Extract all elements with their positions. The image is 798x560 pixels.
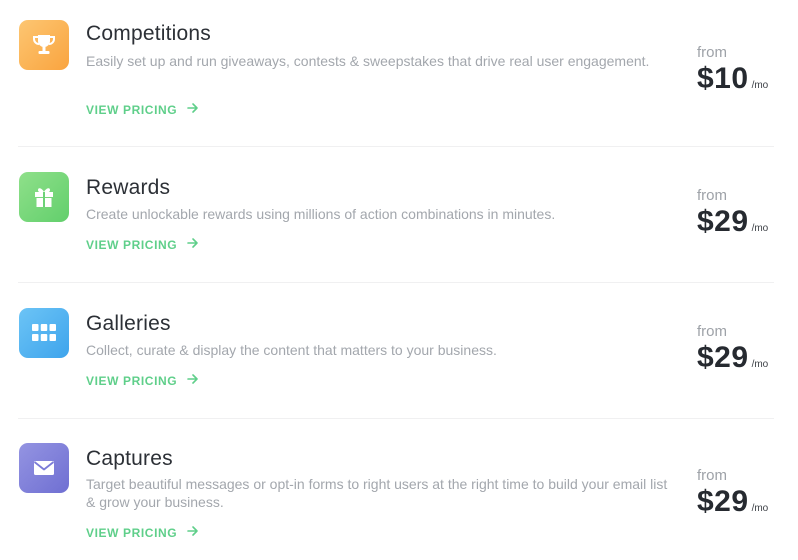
arrow-right-icon	[187, 525, 199, 540]
price-period: /mo	[751, 503, 769, 514]
product-item-rewards: Rewards Create unlockable rewards using …	[0, 147, 798, 282]
product-title: Galleries	[86, 312, 171, 335]
price: $10/mo	[697, 62, 768, 96]
view-pricing-label: VIEW PRICING	[86, 102, 178, 117]
price-from-label: from	[697, 323, 727, 340]
view-pricing-link[interactable]: VIEW PRICING	[86, 102, 199, 117]
envelope-icon	[19, 443, 69, 493]
gift-icon	[19, 172, 69, 222]
price-from-label: from	[697, 44, 727, 61]
price-amount: $29	[697, 341, 749, 374]
price-amount: $29	[697, 485, 749, 518]
product-item-galleries: Galleries Collect, curate & display the …	[0, 283, 798, 418]
view-pricing-label: VIEW PRICING	[86, 237, 178, 252]
product-description: Collect, curate & display the content th…	[86, 342, 497, 358]
product-title: Rewards	[86, 176, 171, 199]
product-description: Easily set up and run giveaways, contest…	[86, 53, 650, 69]
price-period: /mo	[751, 359, 769, 370]
trophy-icon	[19, 20, 69, 70]
product-item-competitions: Competitions Easily set up and run givea…	[0, 0, 798, 146]
price: $29/mo	[697, 485, 768, 519]
grid-icon	[19, 308, 69, 358]
product-title: Captures	[86, 447, 173, 470]
view-pricing-label: VIEW PRICING	[86, 373, 178, 388]
arrow-right-icon	[187, 102, 199, 117]
view-pricing-link[interactable]: VIEW PRICING	[86, 525, 199, 540]
price-amount: $10	[697, 62, 749, 95]
arrow-right-icon	[187, 373, 199, 388]
view-pricing-link[interactable]: VIEW PRICING	[86, 373, 199, 388]
arrow-right-icon	[187, 237, 199, 252]
product-title: Competitions	[86, 22, 211, 45]
price-from-label: from	[697, 187, 727, 204]
product-description: Create unlockable rewards using millions…	[86, 206, 556, 222]
view-pricing-label: VIEW PRICING	[86, 525, 178, 540]
price-from-label: from	[697, 467, 727, 484]
product-item-captures: Captures Target beautiful messages or op…	[0, 419, 798, 560]
product-description: Target beautiful messages or opt-in form…	[86, 476, 668, 510]
price: $29/mo	[697, 341, 768, 375]
price-amount: $29	[697, 205, 749, 238]
view-pricing-link[interactable]: VIEW PRICING	[86, 237, 199, 252]
price-period: /mo	[751, 80, 769, 91]
price-period: /mo	[751, 223, 769, 234]
price: $29/mo	[697, 205, 768, 239]
